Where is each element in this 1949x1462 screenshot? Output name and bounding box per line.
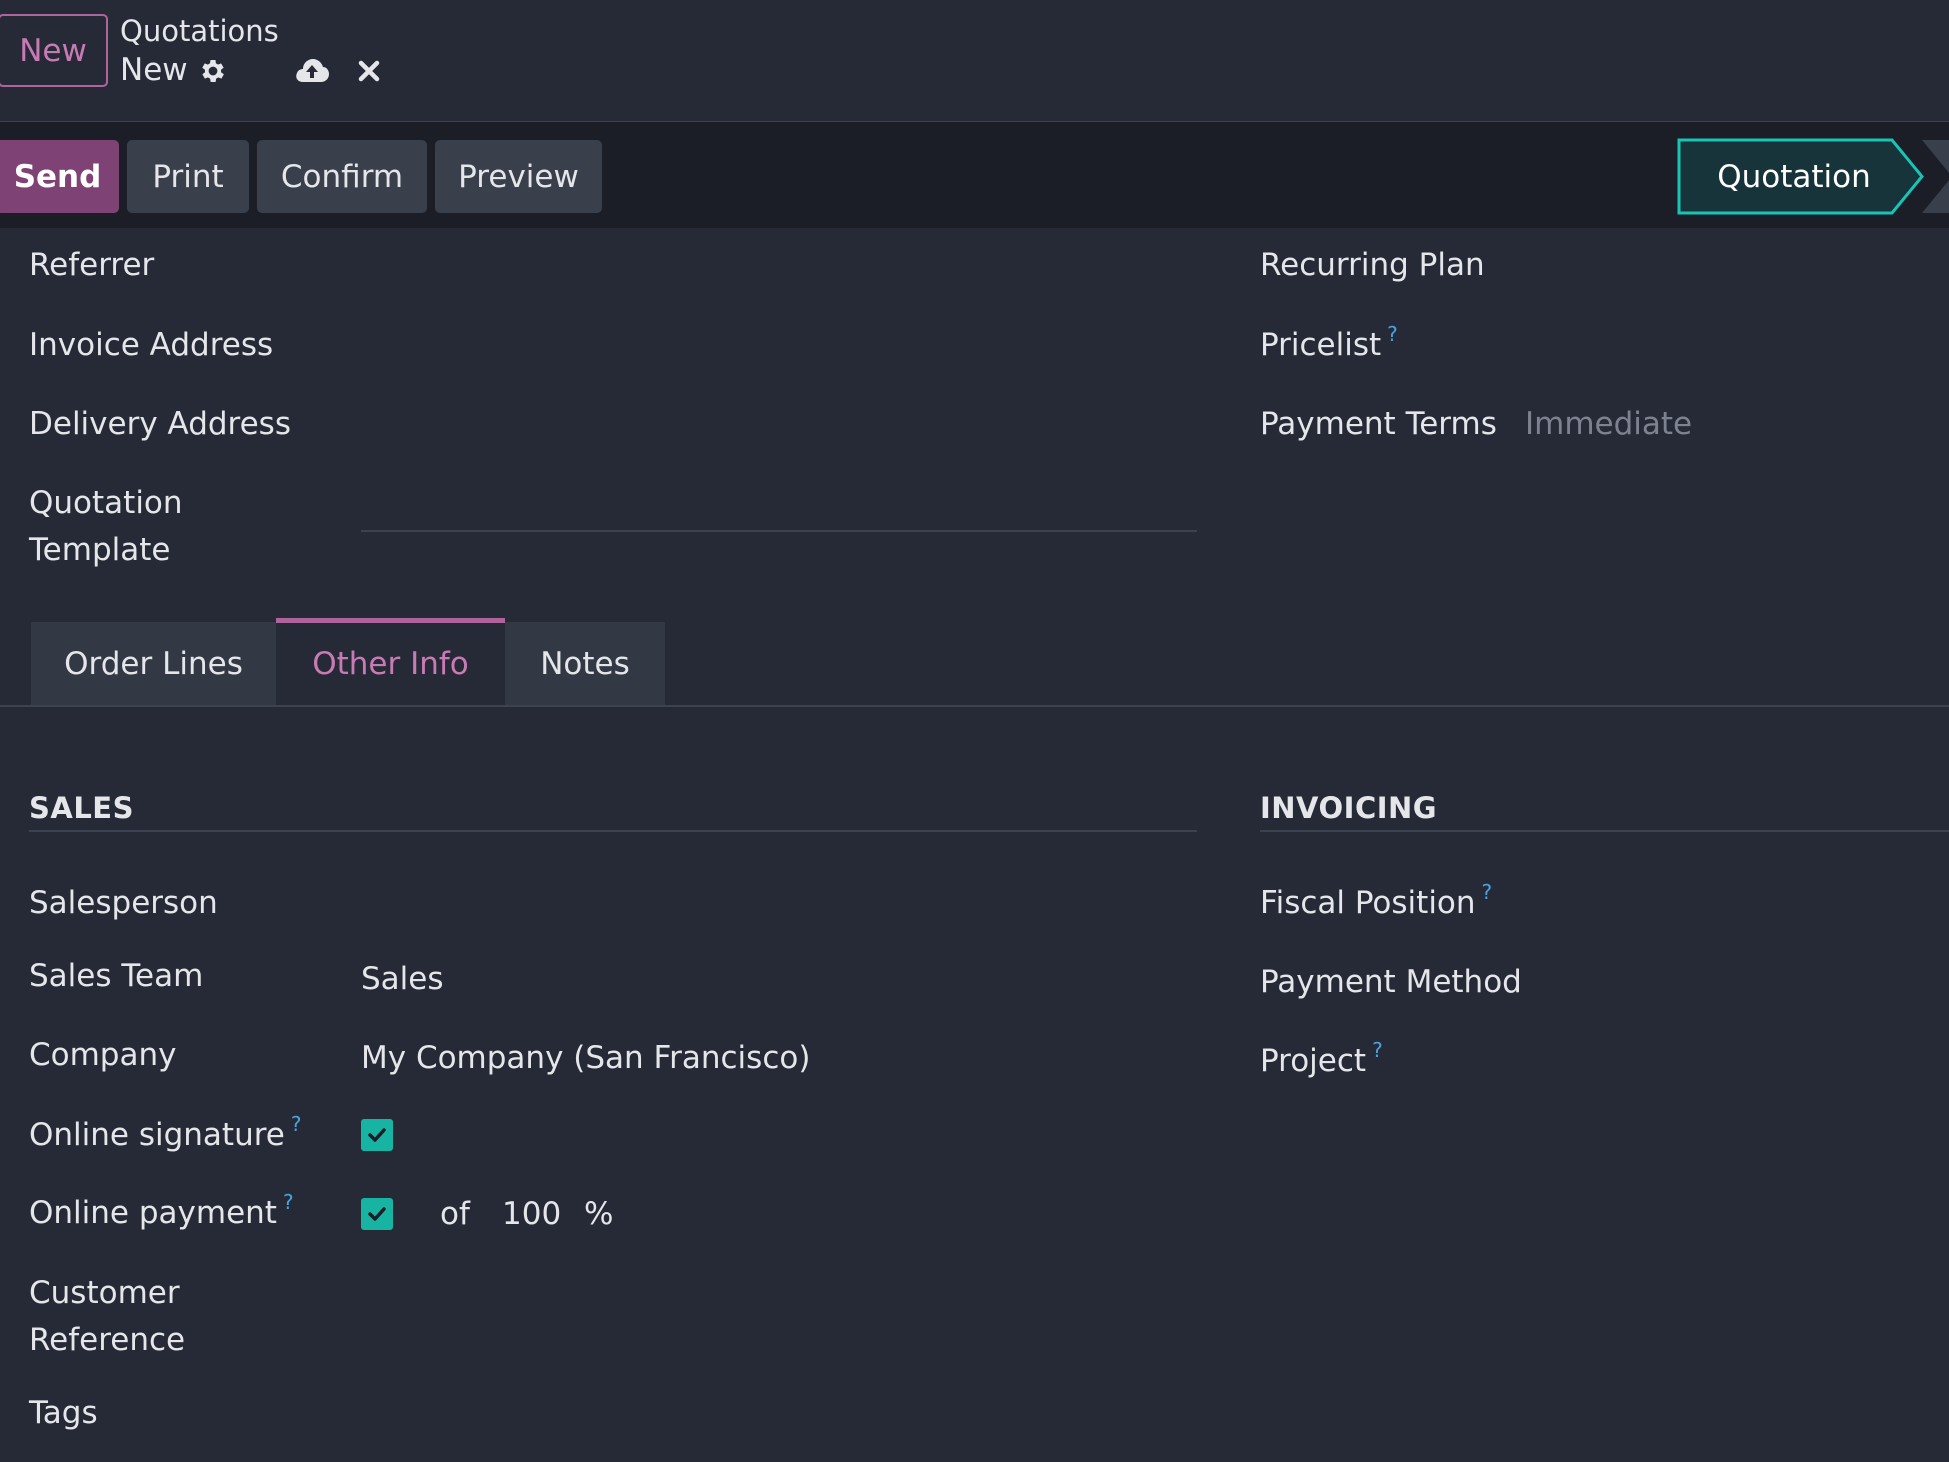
percent-sign: % [584,1196,614,1232]
project-help-icon[interactable]: ? [1372,1038,1383,1062]
salesperson-label: Salesperson [29,885,218,921]
prepayment-percent-input[interactable]: 100 [502,1196,561,1232]
online-payment-label: Online payment? [29,1190,294,1231]
payment-terms-input[interactable]: Immediate [1525,406,1692,442]
sales-team-value[interactable]: Sales [361,961,444,997]
fiscal-position-label: Fiscal Position? [1260,880,1493,921]
preview-button[interactable]: Preview [435,140,602,213]
invoicing-section-title: INVOICING [1260,791,1438,825]
customer-reference-label: Customer Reference [29,1275,186,1358]
tab-underline [0,705,1949,707]
new-button[interactable]: New [0,14,108,87]
checkmark-icon [368,1207,386,1221]
fiscal-position-help-icon[interactable]: ? [1482,880,1493,904]
online-signature-checkbox[interactable] [361,1119,393,1151]
breadcrumb-quotations[interactable]: Quotations [120,14,279,48]
of-text: of [440,1196,470,1232]
sales-section-title: SALES [29,791,135,825]
tab-other-info[interactable]: Other Info [276,618,505,705]
delivery-address-label: Delivery Address [29,406,291,442]
payment-terms-label: Payment Terms [1260,406,1497,442]
status-quotation[interactable]: Quotation [1679,140,1909,213]
quotation-template-input[interactable] [361,530,1197,532]
breadcrumb-current: New [120,52,188,88]
gear-icon[interactable] [196,54,230,88]
company-label: Company [29,1037,177,1073]
print-button[interactable]: Print [127,140,249,213]
online-signature-label: Online signature? [29,1112,302,1153]
invoicing-section-divider [1260,830,1949,832]
sales-section-divider [29,830,1197,832]
invoice-address-label: Invoice Address [29,327,274,363]
pricelist-help-icon[interactable]: ? [1387,322,1398,346]
sales-team-label: Sales Team [29,958,204,994]
checkmark-icon [368,1128,386,1142]
online-payment-checkbox[interactable] [361,1198,393,1230]
company-value[interactable]: My Company (San Francisco) [361,1040,810,1076]
tags-label: Tags [29,1395,98,1431]
send-button[interactable]: Send [0,140,119,213]
online-signature-help-icon[interactable]: ? [291,1112,302,1136]
discard-close-icon[interactable] [352,54,386,88]
tab-notes[interactable]: Notes [505,622,665,705]
referrer-label: Referrer [29,247,155,283]
online-payment-help-icon[interactable]: ? [283,1190,294,1214]
quotation-template-label: Quotation Template [29,485,183,568]
payment-method-label: Payment Method [1260,964,1522,1000]
confirm-button[interactable]: Confirm [257,140,427,213]
save-cloud-icon[interactable] [292,52,332,88]
recurring-plan-label: Recurring Plan [1260,247,1485,283]
tab-order-lines[interactable]: Order Lines [31,622,276,705]
pricelist-label: Pricelist? [1260,322,1398,363]
project-label: Project? [1260,1038,1383,1079]
